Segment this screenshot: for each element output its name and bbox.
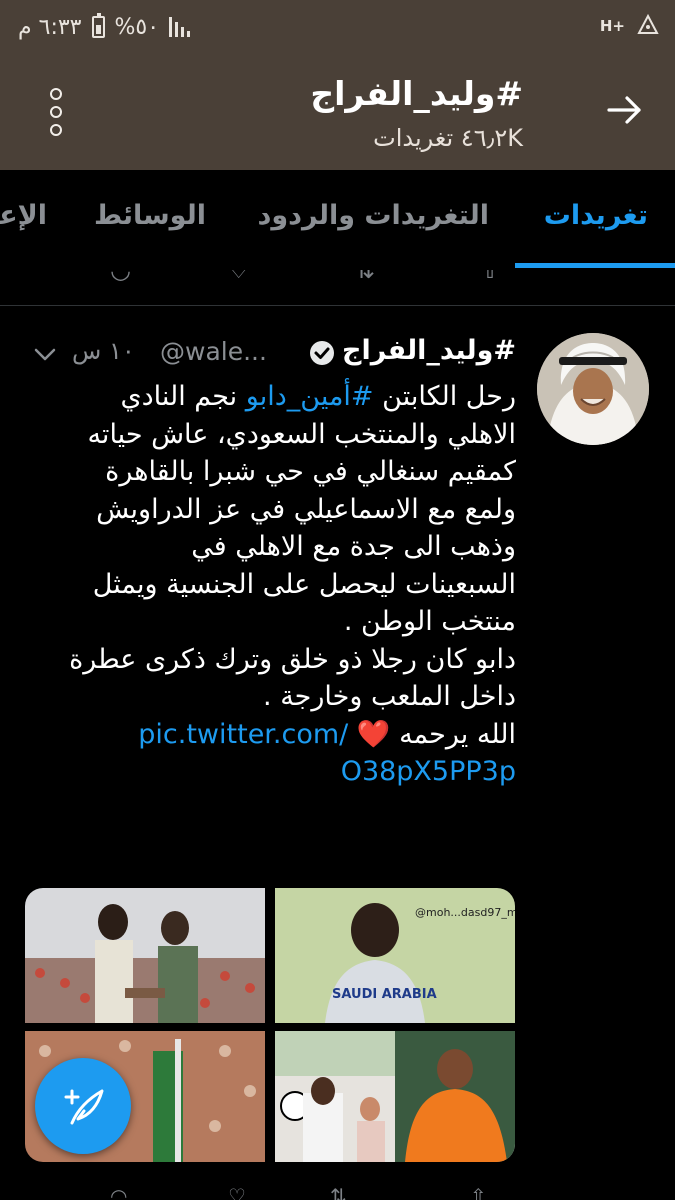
- tweet-count: ٤٦٫٢K تغريدات: [373, 124, 523, 152]
- more-options-button[interactable]: [36, 84, 76, 140]
- avatar-image: [537, 333, 649, 445]
- tweet-line: دابو كان رجلا ذو خلق وترك ذكرى عطرة: [69, 643, 516, 675]
- dot-icon: [50, 88, 62, 100]
- signal-icon: [169, 17, 191, 37]
- share-icon[interactable]: ⇧: [480, 270, 500, 284]
- tweet-divider: [0, 305, 675, 306]
- author-handle[interactable]: @wale...: [160, 337, 267, 366]
- retweet-icon[interactable]: ⇅: [355, 270, 375, 284]
- tweet-line: ولمع مع الاسماعيلي في عز الدراويش: [96, 493, 516, 525]
- tweet-line: كمقيم سنغالي في حي شبرا بالقاهرة: [105, 456, 516, 487]
- tweet-text-segment: نجم النادي: [120, 381, 246, 412]
- dot-icon: [50, 124, 62, 136]
- tweet-line: O38pX5PP3p: [26, 753, 516, 791]
- compose-tweet-button[interactable]: [35, 1058, 131, 1154]
- tweet-line: السبعينات ليحصل على الجنسية ويمثل: [92, 568, 516, 600]
- tweet-text-segment: الله يرحمه: [390, 718, 516, 750]
- network-type: H+: [599, 17, 625, 35]
- status-time-group: ٦:٣٣ م %٥٠: [18, 12, 191, 42]
- tweet-text-segment: رحل الكابتن: [373, 381, 516, 412]
- tweet-line: الله يرحمه ❤️ pic.twitter.com/: [26, 716, 516, 754]
- hashtag-link[interactable]: #أمين_دابو: [246, 381, 374, 412]
- avatar[interactable]: [537, 333, 649, 445]
- pic-link[interactable]: pic.twitter.com/: [138, 719, 348, 750]
- pic-link-continued[interactable]: O38pX5PP3p: [341, 756, 516, 787]
- tweet-header: #وليد_الفراج @wale... ١٠ س: [30, 335, 516, 375]
- media-photo-handshake[interactable]: [25, 888, 265, 1023]
- like-icon[interactable]: ♡: [228, 1184, 246, 1200]
- tab-media[interactable]: الوسائط: [94, 200, 206, 231]
- like-icon[interactable]: ♡: [228, 270, 250, 284]
- arrow-right-icon: [607, 96, 641, 124]
- tweet-text: رحل الكابتن #أمين_دابو نجم النادي الاهلي…: [26, 378, 516, 791]
- profile-tabs: تغريدات التغريدات والردود الوسائط الإعجا…: [0, 170, 675, 270]
- media-photo-collage[interactable]: [275, 1031, 515, 1162]
- reply-icon[interactable]: ◡: [110, 270, 131, 284]
- battery-percent: %٥٠: [114, 14, 160, 40]
- jersey-text: SAUDI ARABIA: [332, 987, 437, 1002]
- recycle-icon: [637, 13, 659, 34]
- dot-icon: [50, 106, 62, 118]
- tab-likes[interactable]: الإعجابات: [0, 200, 47, 231]
- chevron-down-icon[interactable]: [32, 341, 58, 367]
- previous-tweet-actions: ◡ ♡ ⇅ ⇧: [0, 270, 675, 306]
- status-bar: ٦:٣٣ م %٥٠ H+: [0, 0, 675, 54]
- profile-header: #وليد_الفراج ٤٦٫٢K تغريدات: [0, 54, 675, 170]
- share-icon[interactable]: ⇧: [470, 1184, 487, 1200]
- tab-tweets-replies[interactable]: التغريدات والردود: [258, 200, 489, 231]
- active-tab-indicator: [515, 263, 675, 268]
- media-watermark: @moh...dasd97_m: [415, 906, 515, 919]
- tweet-time: ١٠ س: [72, 337, 135, 365]
- tweet-line: الاهلي والمنتخب السعودي، عاش حياته: [87, 418, 516, 450]
- heart-emoji-icon: ❤️: [356, 718, 391, 750]
- back-button[interactable]: [603, 88, 647, 132]
- verified-badge-icon: [310, 341, 334, 365]
- tweet-line: رحل الكابتن #أمين_دابو نجم النادي: [26, 378, 516, 416]
- tweet-actions: ◠ ♡ ⇅ ⇧: [0, 1180, 675, 1200]
- tweet-line: منتخب الوطن .: [343, 606, 516, 637]
- reply-icon[interactable]: ◠: [110, 1184, 127, 1200]
- retweet-icon[interactable]: ⇅: [330, 1184, 347, 1200]
- tab-tweets[interactable]: تغريدات: [544, 200, 648, 231]
- battery-icon: [91, 13, 105, 38]
- media-photo-portrait[interactable]: SAUDI ARABIA @moh...dasd97_m: [275, 888, 515, 1023]
- status-time: ٦:٣٣ م: [18, 14, 82, 40]
- tweet-line: وذهب الى جدة مع الاهلي في: [191, 531, 516, 562]
- status-icons: H+: [600, 10, 661, 42]
- author-name[interactable]: #وليد_الفراج: [342, 335, 516, 366]
- header-title: #وليد_الفراج: [310, 74, 523, 113]
- compose-feather-icon: [64, 1089, 104, 1125]
- tweet-line: داخل الملعب وخارجة .: [263, 681, 516, 712]
